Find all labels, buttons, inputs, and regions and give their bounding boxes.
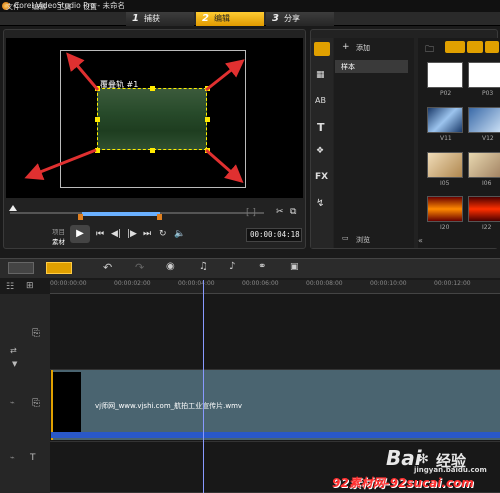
redo-icon[interactable]: ↷ <box>135 261 144 274</box>
overlay-category-icon[interactable]: ❖ <box>316 146 324 156</box>
play-button[interactable]: ▶ <box>70 225 90 243</box>
thumbnail-i20-label: I20 <box>440 224 450 231</box>
thumbnail-p02[interactable] <box>427 62 463 88</box>
folder-icon[interactable]: 🗀 <box>425 42 434 58</box>
clip-thumbnail <box>53 372 81 436</box>
cut-icon[interactable]: ✂ <box>276 207 284 217</box>
watermark-site: 92素材网-92sucai.com <box>332 476 474 490</box>
ruler-label-8: 00:00:08:00 <box>306 280 343 287</box>
thumbnail-i06-label: I06 <box>482 180 492 187</box>
arrow-bottom-left <box>24 148 97 180</box>
ripple-edit-icon[interactable]: ⇄ <box>10 346 17 355</box>
mode-clip-label[interactable]: 素材 <box>52 236 65 246</box>
motion-tracking-icon[interactable]: ⚭ <box>258 261 266 272</box>
timeline-ruler[interactable]: 00:00:00:00 00:00:02:00 00:00:04:00 00:0… <box>50 280 500 294</box>
repeat-icon[interactable]: ↻ <box>159 229 167 239</box>
browse-icon[interactable]: ▭ <box>342 234 349 242</box>
ruler-label-0: 00:00:00:00 <box>50 280 87 287</box>
thumbnail-v12[interactable] <box>468 107 500 133</box>
auto-music-icon[interactable]: ♪ <box>229 261 235 272</box>
playhead[interactable] <box>203 280 204 493</box>
trim-selection <box>82 212 160 216</box>
track-headers <box>0 294 50 493</box>
thumbnail-i05-label: I05 <box>440 180 450 187</box>
title-category-icon[interactable]: T <box>317 121 325 134</box>
ruler-label-4: 00:00:04:00 <box>178 280 215 287</box>
thumbnail-v12-label: V12 <box>482 135 494 142</box>
home-icon[interactable]: ⏮ <box>96 229 104 239</box>
ruler-label-6: 00:00:06:00 <box>242 280 279 287</box>
watermark-paw-icon: ✻ <box>418 452 429 467</box>
timeline-toolbar <box>0 258 500 278</box>
next-frame-icon[interactable]: |▶ <box>127 229 137 239</box>
ruler-label-2: 00:00:02:00 <box>114 280 151 287</box>
show-video-icon[interactable] <box>445 41 465 53</box>
clip-audio-bar <box>51 432 500 438</box>
title-track-toggle-icon[interactable]: ⌁ <box>10 453 15 462</box>
audio-mixer-icon[interactable]: ♫ <box>199 261 208 272</box>
thumbnail-i22[interactable] <box>468 196 500 222</box>
thumbnail-i20[interactable] <box>427 196 463 222</box>
track-manager-icon[interactable]: ☷ <box>6 282 14 292</box>
arrow-top-left <box>66 52 100 91</box>
folder-item-sample-label: 样本 <box>341 63 355 71</box>
ripple-dropdown-icon[interactable]: ▼ <box>12 360 17 368</box>
thumbnail-i22-label: I22 <box>482 224 492 231</box>
arrow-bottom-right <box>205 148 244 183</box>
add-folder-label[interactable]: 添加 <box>356 43 370 53</box>
thumbnail-v11[interactable] <box>427 107 463 133</box>
record-capture-icon[interactable]: ◉ <box>166 261 175 272</box>
thumbnail-p02-label: P02 <box>440 90 452 97</box>
show-audio-icon[interactable] <box>485 41 499 53</box>
browse-label[interactable]: 浏览 <box>356 235 370 245</box>
video-track[interactable] <box>50 294 500 370</box>
video-track-icon[interactable]: ⎘ <box>32 328 40 339</box>
subtitle-editor-icon[interactable]: ▣ <box>290 262 299 272</box>
graphic-category-icon[interactable]: AB <box>315 96 326 105</box>
storyboard-view-icon[interactable] <box>8 262 34 274</box>
thumbnail-p03-label: P03 <box>482 90 494 97</box>
watermark-url: jingyan.baidu.com <box>414 466 487 474</box>
timeline-view-icon[interactable] <box>46 262 72 274</box>
mode-project-label[interactable]: 项目 <box>52 226 65 236</box>
ruler-label-10: 00:00:10:00 <box>370 280 407 287</box>
collapse-options-icon[interactable]: « <box>418 236 423 245</box>
transition-category-icon[interactable]: ▦ <box>316 70 325 80</box>
path-category-icon[interactable]: ↯ <box>316 198 324 209</box>
mark-in-handle[interactable] <box>78 214 83 220</box>
filter-category-icon[interactable]: FX <box>315 172 328 182</box>
thumbnail-i05[interactable] <box>427 152 463 178</box>
prev-frame-icon[interactable]: ◀| <box>111 229 121 239</box>
timecode-display[interactable]: 00:00:04:18 <box>246 228 302 242</box>
thumbnail-v11-label: V11 <box>440 135 452 142</box>
arrow-top-right <box>205 59 245 92</box>
title-track-icon[interactable]: T <box>30 453 36 463</box>
mark-out-handle[interactable] <box>157 214 162 220</box>
end-icon[interactable]: ⏭ <box>143 229 151 239</box>
overlay-track-icon[interactable]: ⎘ <box>32 398 40 409</box>
thumbnail-i06[interactable] <box>468 152 500 178</box>
add-folder-icon[interactable]: + <box>342 42 350 52</box>
overlay-track-toggle-icon[interactable]: ⌁ <box>10 398 15 407</box>
zoom-to-fit-icon[interactable]: ⊞ <box>26 281 34 291</box>
mark-in-out-icon[interactable]: [ ] <box>246 208 256 218</box>
folder-item-sample[interactable]: 样本 <box>335 60 408 73</box>
ruler-label-12: 00:00:12:00 <box>434 280 471 287</box>
clip-name: vj师网_www.vjshi.com_航拍工业宣传片.wmv <box>95 402 243 410</box>
thumbnail-p03[interactable] <box>468 62 500 88</box>
show-image-icon[interactable] <box>467 41 483 53</box>
undo-icon[interactable]: ↶ <box>103 261 112 274</box>
enlarge-icon[interactable]: ⧉ <box>290 207 296 217</box>
scrubber-handle[interactable] <box>9 205 17 211</box>
volume-icon[interactable]: 🔈 <box>174 229 185 239</box>
media-category-icon[interactable] <box>314 42 330 56</box>
